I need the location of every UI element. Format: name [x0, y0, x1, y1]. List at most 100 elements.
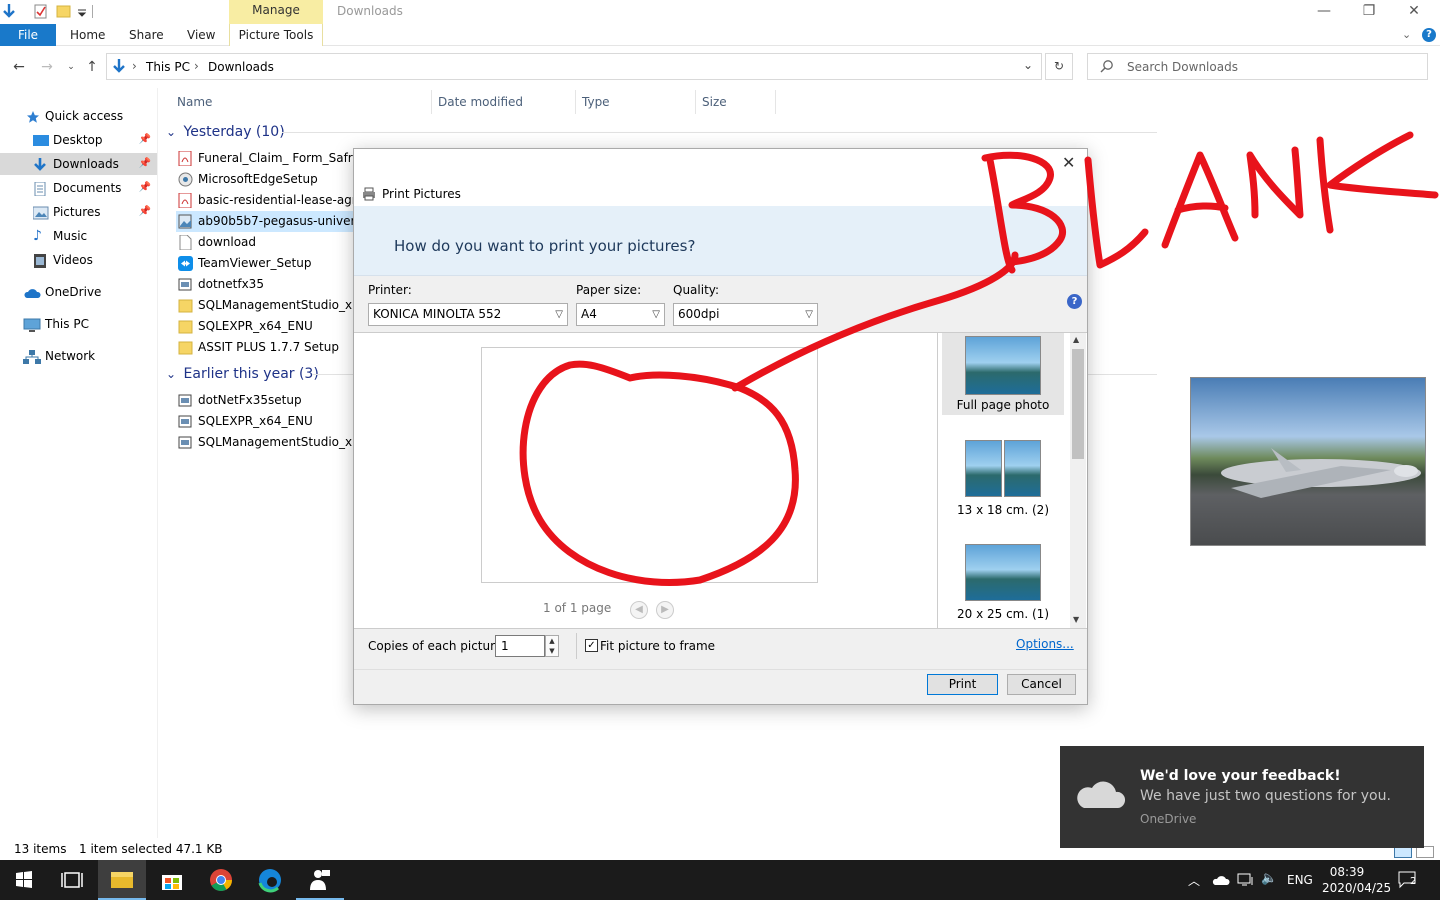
properties-check-icon[interactable] — [33, 3, 49, 19]
sidebar-item-desktop[interactable]: Desktop 📌 — [0, 129, 157, 151]
task-view-button[interactable] — [48, 860, 96, 900]
dialog-close-icon[interactable]: ✕ — [1062, 153, 1075, 172]
clock[interactable]: 08:39 2020/04/25 — [1322, 864, 1391, 896]
sidebar-item-this-pc[interactable]: This PC — [0, 313, 157, 335]
toast-body: We have just two questions for you. — [1140, 788, 1391, 804]
list-item[interactable]: SQLManagementStudio_x64_ — [176, 295, 354, 316]
list-item[interactable]: ASSIT PLUS 1.7.7 Setup — [176, 337, 354, 358]
tab-view[interactable]: View — [187, 24, 215, 46]
sidebar-item-videos[interactable]: Videos — [0, 249, 157, 271]
onedrive-tray-icon[interactable] — [1212, 874, 1230, 889]
recent-locations-chevron-icon[interactable]: ⌄ — [62, 58, 80, 76]
quality-select[interactable]: 600dpi ▽ — [673, 303, 818, 326]
breadcrumb-downloads[interactable]: Downloads — [208, 60, 274, 74]
list-item[interactable]: MicrosoftEdgeSetup — [176, 169, 354, 190]
tab-share[interactable]: Share — [129, 24, 164, 46]
address-bar[interactable]: › This PC › Downloads ⌄ — [106, 53, 1042, 80]
group-header-yesterday[interactable]: ⌄ Yesterday (10) — [166, 122, 285, 142]
column-header-type[interactable]: Type — [576, 90, 696, 114]
photos-taskbar-button[interactable] — [296, 860, 344, 900]
new-folder-icon[interactable] — [56, 3, 72, 19]
network-tray-icon[interactable] — [1237, 872, 1255, 891]
quick-access-down-arrow-icon[interactable] — [2, 3, 18, 19]
layout-13x18[interactable]: 13 x 18 cm. (2) — [942, 439, 1064, 521]
list-item[interactable]: download — [176, 232, 354, 253]
sidebar-item-onedrive[interactable]: OneDrive — [0, 281, 157, 303]
sidebar-item-documents[interactable]: Documents 📌 — [0, 177, 157, 199]
input-language[interactable]: ENG — [1287, 873, 1313, 887]
scroll-down-icon[interactable]: ▼ — [1073, 615, 1079, 624]
tab-picture-tools[interactable]: Picture Tools — [229, 24, 323, 46]
forward-arrow-icon[interactable]: → — [38, 58, 56, 76]
action-center-icon[interactable]: 2 — [1398, 870, 1420, 890]
customize-quick-access-icon[interactable] — [76, 3, 92, 19]
expand-ribbon-chevron-icon[interactable]: ⌄ — [1402, 28, 1411, 41]
chrome-taskbar-button[interactable] — [197, 860, 245, 900]
spin-up-icon[interactable]: ▲ — [546, 636, 558, 646]
column-header-size[interactable]: Size — [696, 90, 776, 114]
onedrive-toast[interactable]: We'd love your feedback! We have just tw… — [1060, 746, 1424, 848]
edge-taskbar-button[interactable] — [246, 860, 294, 900]
chrome-icon — [210, 869, 232, 891]
sidebar-item-network[interactable]: Network — [0, 345, 157, 367]
previous-page-icon[interactable]: ◀ — [630, 601, 648, 619]
breadcrumb-separator-icon: › — [132, 59, 137, 73]
scrollbar-thumb[interactable] — [1072, 349, 1084, 459]
fit-picture-checkbox[interactable]: ✓ — [585, 639, 598, 652]
column-header-name[interactable]: Name — [170, 90, 432, 114]
layout-scrollbar[interactable]: ▲ ▼ — [1070, 333, 1086, 628]
cancel-button[interactable]: Cancel — [1007, 674, 1076, 695]
close-button[interactable]: ✕ — [1391, 0, 1437, 24]
print-button[interactable]: Print — [927, 674, 998, 695]
layout-full-page-photo[interactable]: Full page photo — [942, 333, 1064, 415]
breadcrumb-this-pc[interactable]: This PC — [146, 60, 190, 74]
tab-home[interactable]: Home — [70, 24, 105, 46]
list-item[interactable]: SQLEXPR_x64_ENU — [176, 316, 354, 337]
list-item[interactable]: basic-residential-lease-agreement — [176, 190, 354, 211]
manage-context-tab[interactable]: Manage — [229, 0, 323, 24]
printer-select[interactable]: KONICA MINOLTA 552 ▽ — [368, 303, 568, 326]
back-arrow-icon[interactable]: ← — [10, 58, 28, 76]
list-item[interactable]: SQLManagementStudio_x64_ — [176, 432, 354, 453]
show-hidden-icons-chevron-icon[interactable]: ︿ — [1188, 872, 1200, 889]
sidebar-item-music[interactable]: ♪ Music — [0, 225, 157, 247]
copies-spinner[interactable]: ▲ ▼ — [545, 635, 559, 657]
group-header-earlier-this-year[interactable]: ⌄ Earlier this year (3) — [166, 364, 319, 384]
setup-program-icon — [178, 277, 193, 292]
copies-input[interactable]: 1 — [495, 635, 545, 657]
list-item[interactable]: Funeral_Claim_ Form_Safrican — [176, 148, 354, 169]
restore-button[interactable]: ❐ — [1346, 0, 1392, 24]
list-item[interactable]: TeamViewer_Setup — [176, 253, 354, 274]
file-explorer-taskbar-button[interactable] — [98, 860, 146, 900]
help-icon[interactable]: ? — [1422, 28, 1436, 42]
options-link[interactable]: Options... — [1016, 637, 1074, 651]
list-item-selected[interactable]: ab90b5b7-pegasus-universal- — [176, 211, 354, 232]
store-bag-icon — [162, 875, 182, 890]
column-header-date-modified[interactable]: Date modified — [432, 90, 576, 114]
help-icon[interactable]: ? — [1067, 294, 1082, 309]
sidebar-item-pictures[interactable]: Pictures 📌 — [0, 201, 157, 223]
fit-picture-label[interactable]: Fit picture to frame — [600, 639, 715, 653]
collapse-chevron-icon: ⌄ — [166, 367, 177, 381]
sidebar-item-downloads[interactable]: Downloads 📌 — [0, 153, 157, 175]
task-view-icon — [61, 872, 83, 888]
tab-file[interactable]: File — [0, 24, 56, 46]
address-dropdown-chevron-icon[interactable]: ⌄ — [1023, 58, 1033, 72]
layout-20x25[interactable]: 20 x 25 cm. (1) — [942, 544, 1064, 626]
scroll-up-icon[interactable]: ▲ — [1073, 335, 1079, 344]
up-arrow-icon[interactable]: ↑ — [83, 58, 101, 76]
search-box[interactable]: Search Downloads — [1087, 53, 1428, 80]
list-item[interactable]: SQLEXPR_x64_ENU — [176, 411, 354, 432]
start-button[interactable] — [0, 860, 48, 900]
next-page-icon[interactable]: ▶ — [656, 601, 674, 619]
refresh-button[interactable]: ↻ — [1045, 53, 1073, 80]
sidebar-item-quick-access[interactable]: Quick access — [0, 105, 157, 127]
list-item[interactable]: dotnetfx35 — [176, 274, 354, 295]
annotation-letter-n — [1246, 146, 1304, 219]
volume-icon[interactable]: 🔈 — [1261, 871, 1277, 886]
paper-size-select[interactable]: A4 ▽ — [576, 303, 665, 326]
store-taskbar-button[interactable] — [148, 860, 196, 900]
list-item[interactable]: dotNetFx35setup — [176, 390, 354, 411]
spin-down-icon[interactable]: ▼ — [546, 646, 558, 656]
minimize-button[interactable]: — — [1301, 0, 1347, 24]
